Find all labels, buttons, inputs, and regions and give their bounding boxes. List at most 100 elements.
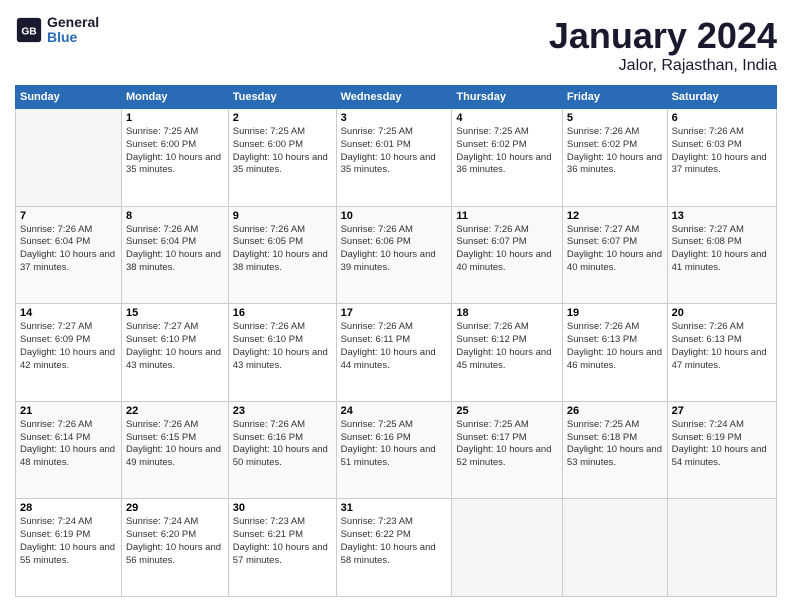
- header: GB General Blue January 2024 Jalor, Raja…: [15, 15, 777, 75]
- daylight: Daylight: 10 hours and 39 minutes.: [341, 249, 436, 273]
- day-number: 24: [341, 405, 448, 417]
- calendar-cell: 26 Sunrise: 7:25 AM Sunset: 6:18 PM Dayl…: [562, 401, 667, 499]
- calendar-cell: 23 Sunrise: 7:26 AM Sunset: 6:16 PM Dayl…: [228, 401, 336, 499]
- sunrise: Sunrise: 7:26 AM: [20, 419, 92, 430]
- daylight: Daylight: 10 hours and 35 minutes.: [233, 152, 328, 176]
- sunset: Sunset: 6:02 PM: [567, 139, 637, 150]
- daylight: Daylight: 10 hours and 50 minutes.: [233, 444, 328, 468]
- sunset: Sunset: 6:13 PM: [672, 334, 742, 345]
- sunrise: Sunrise: 7:25 AM: [567, 419, 639, 430]
- sunrise: Sunrise: 7:26 AM: [567, 126, 639, 137]
- day-number: 9: [233, 210, 332, 222]
- day-info: Sunrise: 7:24 AM Sunset: 6:19 PM Dayligh…: [672, 419, 772, 470]
- sunrise: Sunrise: 7:27 AM: [567, 224, 639, 235]
- calendar-week-row: 1 Sunrise: 7:25 AM Sunset: 6:00 PM Dayli…: [16, 109, 777, 207]
- sunset: Sunset: 6:17 PM: [456, 432, 526, 443]
- sunrise: Sunrise: 7:23 AM: [233, 516, 305, 527]
- calendar-cell: 15 Sunrise: 7:27 AM Sunset: 6:10 PM Dayl…: [121, 304, 228, 402]
- sunrise: Sunrise: 7:27 AM: [20, 321, 92, 332]
- sunset: Sunset: 6:04 PM: [20, 236, 90, 247]
- sunrise: Sunrise: 7:25 AM: [341, 419, 413, 430]
- sunset: Sunset: 6:01 PM: [341, 139, 411, 150]
- sunrise: Sunrise: 7:23 AM: [341, 516, 413, 527]
- calendar-cell: 9 Sunrise: 7:26 AM Sunset: 6:05 PM Dayli…: [228, 206, 336, 304]
- calendar-cell: [452, 499, 563, 597]
- sunset: Sunset: 6:00 PM: [126, 139, 196, 150]
- calendar-cell: 14 Sunrise: 7:27 AM Sunset: 6:09 PM Dayl…: [16, 304, 122, 402]
- sunset: Sunset: 6:12 PM: [456, 334, 526, 345]
- sunset: Sunset: 6:07 PM: [567, 236, 637, 247]
- daylight: Daylight: 10 hours and 43 minutes.: [126, 347, 221, 371]
- day-info: Sunrise: 7:23 AM Sunset: 6:22 PM Dayligh…: [341, 516, 448, 567]
- calendar-week-row: 7 Sunrise: 7:26 AM Sunset: 6:04 PM Dayli…: [16, 206, 777, 304]
- sunset: Sunset: 6:14 PM: [20, 432, 90, 443]
- sunrise: Sunrise: 7:27 AM: [126, 321, 198, 332]
- sunrise: Sunrise: 7:25 AM: [126, 126, 198, 137]
- day-info: Sunrise: 7:26 AM Sunset: 6:14 PM Dayligh…: [20, 419, 117, 470]
- sunrise: Sunrise: 7:26 AM: [672, 126, 744, 137]
- sunset: Sunset: 6:13 PM: [567, 334, 637, 345]
- daylight: Daylight: 10 hours and 58 minutes.: [341, 542, 436, 566]
- sunrise: Sunrise: 7:26 AM: [341, 321, 413, 332]
- sunset: Sunset: 6:16 PM: [341, 432, 411, 443]
- calendar-cell: 20 Sunrise: 7:26 AM Sunset: 6:13 PM Dayl…: [667, 304, 776, 402]
- daylight: Daylight: 10 hours and 48 minutes.: [20, 444, 115, 468]
- daylight: Daylight: 10 hours and 37 minutes.: [20, 249, 115, 273]
- sunrise: Sunrise: 7:26 AM: [672, 321, 744, 332]
- daylight: Daylight: 10 hours and 36 minutes.: [456, 152, 551, 176]
- day-info: Sunrise: 7:26 AM Sunset: 6:06 PM Dayligh…: [341, 224, 448, 275]
- sunset: Sunset: 6:02 PM: [456, 139, 526, 150]
- day-number: 2: [233, 112, 332, 124]
- calendar-cell: 22 Sunrise: 7:26 AM Sunset: 6:15 PM Dayl…: [121, 401, 228, 499]
- day-number: 12: [567, 210, 663, 222]
- calendar-cell: 1 Sunrise: 7:25 AM Sunset: 6:00 PM Dayli…: [121, 109, 228, 207]
- daylight: Daylight: 10 hours and 56 minutes.: [126, 542, 221, 566]
- sunrise: Sunrise: 7:26 AM: [456, 224, 528, 235]
- daylight: Daylight: 10 hours and 42 minutes.: [20, 347, 115, 371]
- day-number: 26: [567, 405, 663, 417]
- calendar-cell: 13 Sunrise: 7:27 AM Sunset: 6:08 PM Dayl…: [667, 206, 776, 304]
- day-number: 14: [20, 307, 117, 319]
- daylight: Daylight: 10 hours and 43 minutes.: [233, 347, 328, 371]
- day-info: Sunrise: 7:26 AM Sunset: 6:16 PM Dayligh…: [233, 419, 332, 470]
- sunrise: Sunrise: 7:25 AM: [233, 126, 305, 137]
- sunset: Sunset: 6:05 PM: [233, 236, 303, 247]
- daylight: Daylight: 10 hours and 36 minutes.: [567, 152, 662, 176]
- day-number: 8: [126, 210, 224, 222]
- day-info: Sunrise: 7:26 AM Sunset: 6:13 PM Dayligh…: [567, 321, 663, 372]
- day-info: Sunrise: 7:25 AM Sunset: 6:16 PM Dayligh…: [341, 419, 448, 470]
- calendar-cell: 30 Sunrise: 7:23 AM Sunset: 6:21 PM Dayl…: [228, 499, 336, 597]
- day-number: 7: [20, 210, 117, 222]
- daylight: Daylight: 10 hours and 49 minutes.: [126, 444, 221, 468]
- sunset: Sunset: 6:03 PM: [672, 139, 742, 150]
- day-info: Sunrise: 7:25 AM Sunset: 6:18 PM Dayligh…: [567, 419, 663, 470]
- sunrise: Sunrise: 7:27 AM: [672, 224, 744, 235]
- day-number: 18: [456, 307, 558, 319]
- calendar-cell: 18 Sunrise: 7:26 AM Sunset: 6:12 PM Dayl…: [452, 304, 563, 402]
- sunrise: Sunrise: 7:26 AM: [567, 321, 639, 332]
- svg-text:GB: GB: [21, 27, 36, 38]
- sunrise: Sunrise: 7:26 AM: [20, 224, 92, 235]
- day-info: Sunrise: 7:27 AM Sunset: 6:08 PM Dayligh…: [672, 224, 772, 275]
- calendar-cell: 2 Sunrise: 7:25 AM Sunset: 6:00 PM Dayli…: [228, 109, 336, 207]
- day-info: Sunrise: 7:26 AM Sunset: 6:05 PM Dayligh…: [233, 224, 332, 275]
- day-number: 19: [567, 307, 663, 319]
- day-info: Sunrise: 7:27 AM Sunset: 6:07 PM Dayligh…: [567, 224, 663, 275]
- daylight: Daylight: 10 hours and 52 minutes.: [456, 444, 551, 468]
- calendar-page: GB General Blue January 2024 Jalor, Raja…: [0, 0, 792, 612]
- sunrise: Sunrise: 7:25 AM: [456, 126, 528, 137]
- sunrise: Sunrise: 7:26 AM: [233, 321, 305, 332]
- sunrise: Sunrise: 7:24 AM: [672, 419, 744, 430]
- calendar-table: SundayMondayTuesdayWednesdayThursdayFrid…: [15, 85, 777, 597]
- day-info: Sunrise: 7:25 AM Sunset: 6:01 PM Dayligh…: [341, 126, 448, 177]
- day-number: 3: [341, 112, 448, 124]
- logo-text-block: General Blue: [47, 15, 99, 46]
- calendar-cell: 10 Sunrise: 7:26 AM Sunset: 6:06 PM Dayl…: [336, 206, 452, 304]
- day-number: 17: [341, 307, 448, 319]
- day-number: 28: [20, 502, 117, 514]
- day-number: 5: [567, 112, 663, 124]
- day-info: Sunrise: 7:26 AM Sunset: 6:04 PM Dayligh…: [20, 224, 117, 275]
- day-info: Sunrise: 7:26 AM Sunset: 6:11 PM Dayligh…: [341, 321, 448, 372]
- day-number: 27: [672, 405, 772, 417]
- daylight: Daylight: 10 hours and 46 minutes.: [567, 347, 662, 371]
